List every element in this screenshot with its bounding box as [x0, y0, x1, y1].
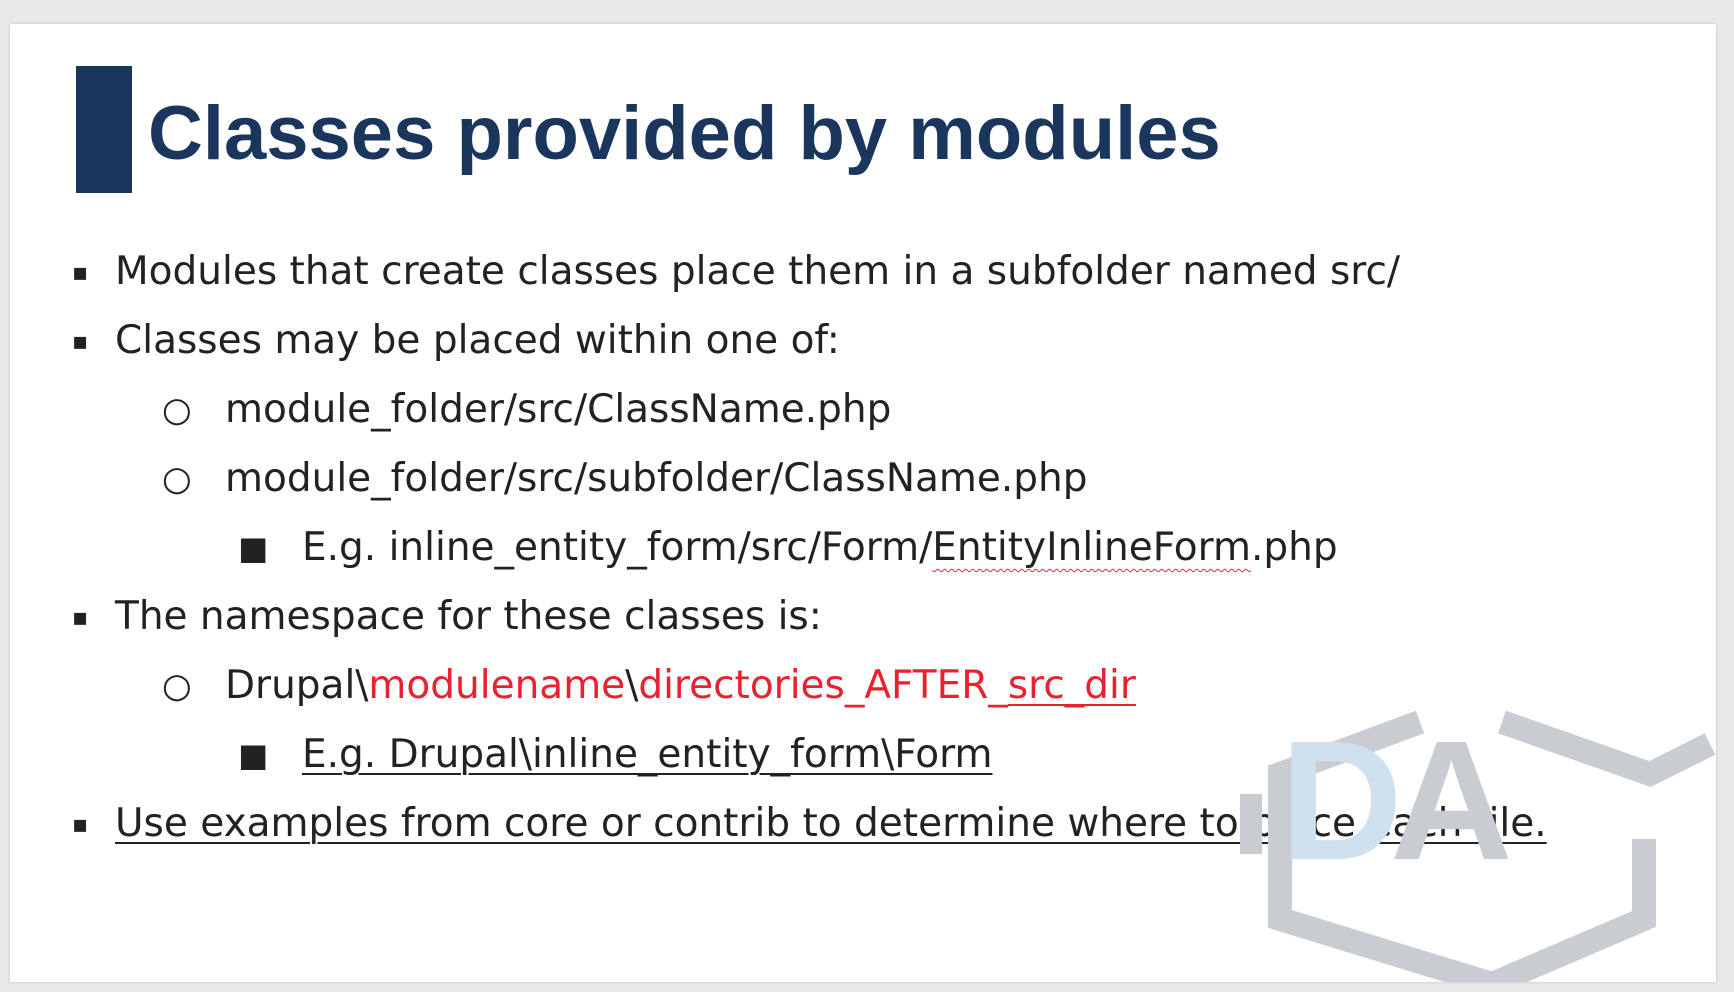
namespace-pattern: Drupal\modulename\directories_AFTER_src_…	[225, 656, 1136, 716]
bullet-text: The namespace for these classes is:	[115, 594, 822, 639]
circle-bullet-icon: ○	[162, 390, 192, 430]
sub-sub-bullet-text: E.g. inline_entity_form/src/Form/EntityI…	[302, 518, 1338, 578]
example-path-ext: .php	[1250, 525, 1338, 570]
title-accent-bar	[76, 66, 132, 193]
square-bullet-icon: ▪	[72, 810, 89, 838]
slide: Classes provided by modules ▪ Modules th…	[10, 24, 1716, 982]
bullet-text: Modules that create classes place them i…	[115, 249, 1401, 294]
square-bullet-icon: ▪	[72, 603, 89, 631]
filled-square-bullet-icon: ■	[238, 529, 269, 567]
example-path-text: E.g. inline_entity_form/src/Form/	[302, 525, 933, 570]
namespace-separator: \	[625, 663, 639, 708]
namespace-module-part: modulename	[368, 663, 626, 708]
logo-letter-d: D	[1280, 706, 1403, 896]
square-bullet-icon: ▪	[72, 327, 89, 355]
circle-bullet-icon: ○	[162, 666, 192, 706]
square-bullet-icon: ▪	[72, 258, 89, 286]
sub-bullet-text: module_folder/src/ClassName.php	[225, 387, 892, 432]
namespace-src-dir-part: src_dir	[1007, 663, 1136, 708]
namespace-directory-part: directories_AFTER_	[638, 663, 1008, 708]
logo-letter-a: A	[1390, 706, 1513, 896]
slide-title: Classes provided by modules	[148, 91, 1221, 176]
circle-bullet-icon: ○	[162, 459, 192, 499]
spellcheck-flagged-word: EntityInlineForm	[932, 525, 1251, 570]
drupal-association-watermark-logo: D A	[1240, 706, 1716, 982]
sub-bullet-text: module_folder/src/subfolder/ClassName.ph…	[225, 456, 1088, 501]
filled-square-bullet-icon: ■	[238, 736, 269, 774]
namespace-prefix: Drupal\	[225, 663, 369, 708]
bullet-text: Classes may be placed within one of:	[115, 318, 840, 363]
namespace-example-text: E.g. Drupal\inline_entity_form\Form	[302, 732, 993, 777]
